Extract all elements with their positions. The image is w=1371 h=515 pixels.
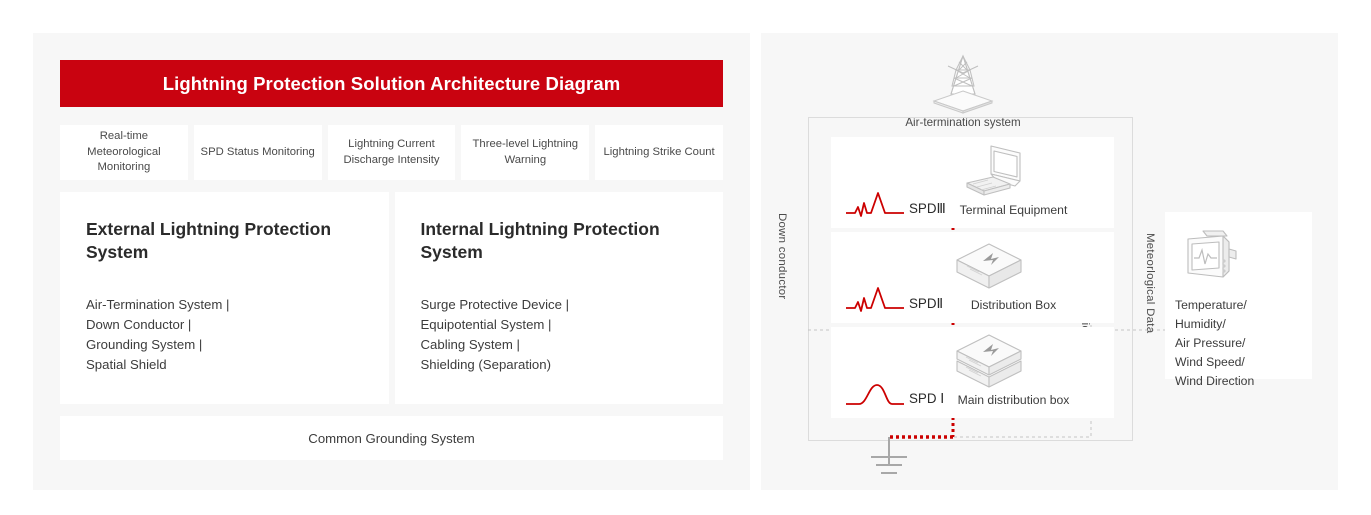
external-system-items: Air-Termination System | Down Conductor |… [86,296,230,373]
internal-system-heading: Internal Lightning Protection System [420,219,660,263]
spd-row-2[interactable]: SPDⅡ Distribution Box [831,232,1114,323]
meteorological-data-card[interactable]: Temperature/Humidity/Air Pressure/Wind S… [1165,212,1312,388]
right-panel: Air-termination system Down conductor Me… [761,33,1338,490]
systems-row: External Lightning Protection System Air… [60,192,723,404]
left-panel: Lightning Protection Solution Architectu… [33,33,750,490]
external-lightning-protection-system-card: External Lightning Protection System Air… [60,192,389,404]
feature-tag-row: Real-time Meteorological Monitoring SPD … [60,125,723,180]
spd-row-2-device-label: Distribution Box [970,297,1057,312]
spd-row-3[interactable]: SPDⅢ Terminal Equipment [831,137,1114,228]
monitor-icon [966,145,1021,196]
feature-tag-realtime-meteorological-monitoring[interactable]: Real-time Meteorological Monitoring [60,125,188,180]
spd-row-1[interactable]: SPD Ⅰ Main distribution box [831,327,1114,418]
feature-tag-three-level-lightning-warning[interactable]: Three-level Lightning Warning [461,125,590,180]
feature-tag-lightning-strike-count[interactable]: Lightning Strike Count [595,125,723,180]
down-conductor-label: Down conductor [776,213,788,300]
air-termination-tower-icon [932,54,994,114]
feature-tag-spd-status-monitoring[interactable]: SPD Status Monitoring [193,125,322,180]
spd2-waveform-icon [846,287,904,312]
spd-row-3-device-label: Terminal Equipment [959,202,1068,217]
external-system-heading: External Lightning Protection System [86,219,332,263]
meteorological-data-text: Temperature/Humidity/Air Pressure/Wind S… [1175,298,1255,388]
weather-station-icon [1187,230,1237,278]
main-distribution-box-icon [956,334,1022,388]
common-grounding-system-label: Common Grounding System [308,430,475,446]
internal-lightning-protection-system-card: Internal Lightning Protection System Sur… [394,192,723,404]
feature-tag-lightning-current-discharge-intensity[interactable]: Lightning Current Discharge Intensity [327,125,456,180]
page-title: Lightning Protection Solution Architectu… [162,72,621,94]
earth-ground-icon [871,437,907,474]
internal-system-items: Surge Protective Device | Equipotential S… [420,296,570,373]
common-grounding-system-bar: Common Grounding System [60,416,723,460]
diagram-root: Lightning Protection Solution Architectu… [0,0,1371,515]
meteorological-data-label: Meteorlogical Data [1144,233,1156,334]
spd1-waveform-icon [846,384,904,405]
spd-row-1-device-label: Main distribution box [957,392,1070,407]
spd-rows-stack: SPDⅢ Terminal Equipment SPDⅡ Distributio… [831,137,1114,418]
title-bar: Lightning Protection Solution Architectu… [60,60,723,107]
spd3-waveform-icon [846,192,904,217]
distribution-box-icon [956,243,1022,289]
